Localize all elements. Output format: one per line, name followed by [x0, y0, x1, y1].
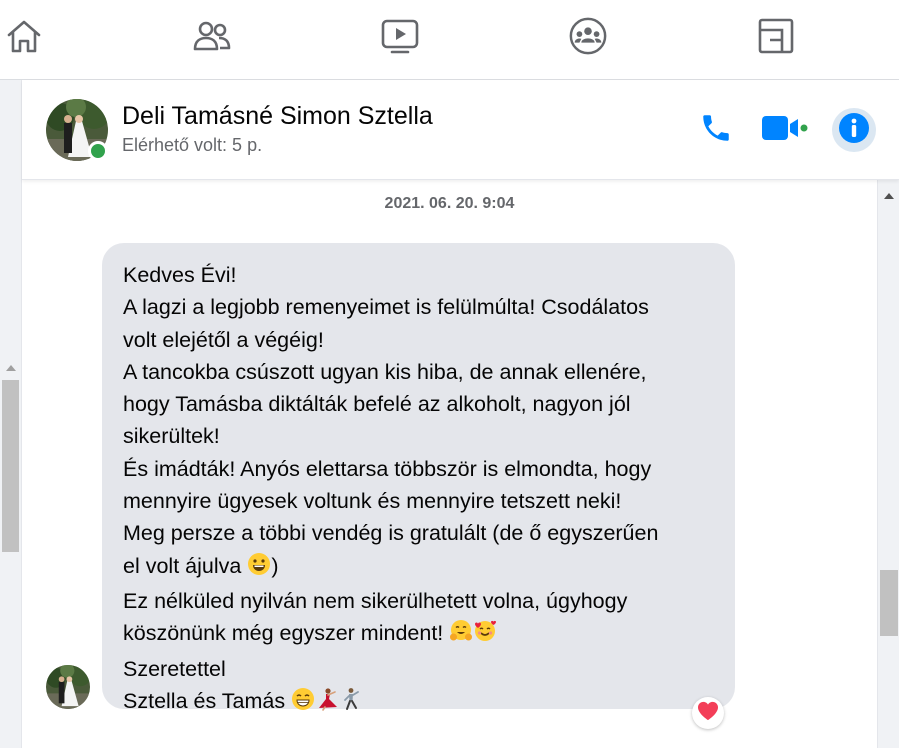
phone-icon [699, 111, 733, 150]
dancer-emoji [315, 687, 339, 720]
message-line: hogy Tamásba diktálták befelé az alkohol… [123, 392, 631, 417]
scrollbar-thumb[interactable] [880, 570, 898, 636]
info-icon [837, 111, 871, 150]
message-line: Meg persze a többi vendég is gratulált (… [123, 521, 659, 546]
message-bubble[interactable]: Kedves Évi! A lagzi a legjobb remenyeime… [102, 243, 735, 713]
groups-icon[interactable] [568, 16, 608, 56]
video-camera-icon [760, 111, 808, 150]
message-text: ) [271, 553, 279, 578]
chat-scrollbar[interactable] [877, 180, 899, 748]
hugging-face-emoji [449, 619, 473, 652]
chat-panel: Deli Tamásné Simon Sztella Elérhető volt… [22, 80, 899, 748]
sender-avatar[interactable] [46, 665, 90, 709]
conversation-info-button[interactable] [832, 108, 876, 152]
beaming-face-emoji [291, 687, 315, 720]
message-line: Kedves Évi! [123, 263, 237, 287]
voice-call-button[interactable] [694, 108, 738, 152]
watch-icon[interactable] [380, 16, 420, 56]
left-panel-scrollbar[interactable] [0, 80, 22, 748]
friends-icon[interactable] [192, 16, 232, 56]
scroll-up-arrow-icon[interactable] [1, 362, 21, 374]
heart-icon [697, 701, 719, 726]
grinning-face-emoji [247, 552, 271, 585]
message-line: Ez nélküled nyilván nem sikerülhetett vo… [123, 588, 628, 613]
message-text: el volt ájulva [123, 553, 242, 578]
message-text: Sztella és Tamás [123, 688, 286, 713]
message-line-with-emoji: Sztella és Tamás [123, 685, 717, 720]
top-navigation [0, 0, 899, 80]
chat-header: Deli Tamásné Simon Sztella Elérhető volt… [22, 80, 899, 180]
message-text: köszönünk még egyszer mindent! [123, 621, 444, 646]
message-line: A lagzi a legjobb remenyeimet is felülmú… [123, 295, 649, 320]
message-line: Szeretettel [123, 656, 226, 681]
message-line: mennyire ügyesek voltunk és mennyire tet… [123, 489, 622, 514]
smiling-face-with-hearts-emoji [473, 619, 497, 652]
message-line-with-emoji: köszönünk még egyszer mindent! [123, 617, 717, 652]
home-icon[interactable] [4, 16, 44, 56]
man-dancing-emoji [339, 687, 363, 720]
message-line: volt elejétől a végéig! [123, 327, 324, 352]
scroll-up-arrow-icon[interactable] [879, 190, 899, 202]
online-status-indicator [88, 141, 108, 161]
scrollbar-thumb[interactable] [2, 380, 19, 552]
video-call-button[interactable] [760, 108, 808, 152]
message-line: És imádták! Anyós elettarsa többször is … [123, 456, 652, 481]
gaming-icon[interactable] [756, 16, 796, 56]
message-line-with-emoji: el volt ájulva ) [123, 550, 717, 585]
heart-reaction-badge[interactable] [692, 697, 724, 729]
message-timestamp: 2021. 06. 20. 9:04 [384, 195, 515, 212]
message-line: A tancokba csúszott ugyan kis hiba, de a… [123, 359, 647, 384]
contact-name[interactable]: Deli Tamásné Simon Sztella [122, 102, 433, 131]
message-line: sikerültek! [123, 424, 220, 449]
contact-status: Elérhető volt: 5 p. [122, 135, 263, 155]
